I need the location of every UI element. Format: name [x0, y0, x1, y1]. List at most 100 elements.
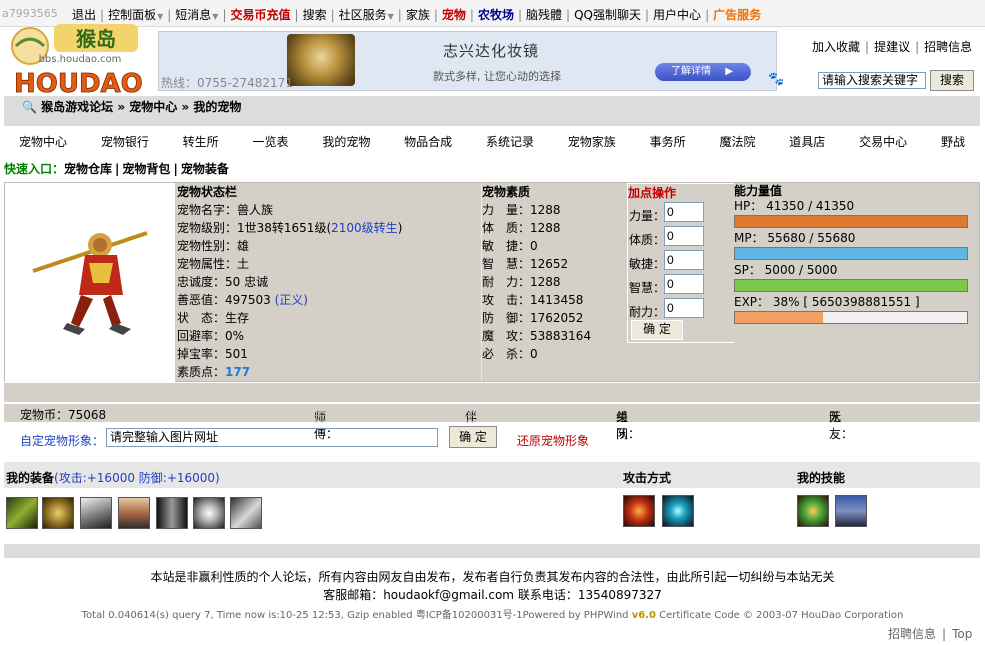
- top-nav-item[interactable]: 广告服务: [713, 6, 761, 23]
- pet-karma-text: 善恶值：497503: [177, 293, 275, 307]
- breadcrumb-text[interactable]: 猴岛游戏论坛 » 宠物中心 » 我的宠物: [41, 100, 241, 114]
- footer-top-link[interactable]: Top: [952, 627, 972, 641]
- mp-bar-fill: [735, 248, 967, 259]
- suggest-link[interactable]: 提建议: [874, 40, 910, 54]
- ability-title: 能力量值: [734, 184, 783, 198]
- attribute-row: 魔 攻：53883164: [482, 329, 592, 343]
- logo-url-text: bbs.houdao.com: [39, 54, 122, 65]
- equip-ring-icon[interactable]: [193, 497, 225, 529]
- image-url-input[interactable]: 请完整输入图片网址: [106, 428, 438, 447]
- pet-karma: 善恶值：497503 (正义): [177, 291, 479, 309]
- top-nav-item[interactable]: QQ强制聊天: [574, 6, 641, 23]
- pet-drop: 掉宝率：501: [177, 347, 248, 361]
- footer-copyright: Certificate Code © 2003-07 HouDao Corpor…: [655, 610, 904, 621]
- add-points-input[interactable]: [664, 250, 704, 270]
- banner-subtitle: 款式多样, 让您心动的选择: [433, 70, 561, 83]
- top-nav-item[interactable]: 家族: [406, 6, 430, 23]
- top-nav-item[interactable]: 社区服务▼: [339, 6, 394, 23]
- menu-item[interactable]: 道具店: [774, 133, 840, 150]
- top-nav-item[interactable]: 脑残體: [526, 6, 562, 23]
- equip-necklace-icon[interactable]: [42, 497, 74, 529]
- pet-points-label: 素质点：: [177, 365, 226, 379]
- add-points-input[interactable]: [664, 274, 704, 294]
- menu-item[interactable]: 物品合成: [389, 133, 467, 150]
- add-points-rows: 力量： 体质： 敏捷： 智慧： 耐力：: [628, 202, 734, 322]
- attribute-row: 敏 捷：0: [482, 239, 538, 253]
- quick-link-equipment[interactable]: 宠物装备: [181, 162, 229, 176]
- attribute-row: 攻 击：1413458: [482, 293, 584, 307]
- search-button[interactable]: 搜索: [930, 70, 974, 91]
- footer-stats: Total 0.040614(s) query 7, Time now is:1…: [81, 610, 632, 621]
- top-nav-item-label: 农牧场: [477, 8, 514, 22]
- top-links: 加入收藏 | 提建议 | 招聘信息: [812, 40, 973, 54]
- footer-version[interactable]: v6.0: [632, 610, 656, 621]
- attack-ice-icon[interactable]: [662, 495, 694, 527]
- top-nav-item[interactable]: 用户中心: [653, 6, 701, 23]
- skill-warrior-icon[interactable]: [835, 495, 867, 527]
- menu-item[interactable]: 转生所: [168, 133, 234, 150]
- nav-separator: |: [566, 8, 571, 22]
- rebirth-link[interactable]: 2100级转生: [331, 221, 398, 235]
- equip-weapon-icon[interactable]: [6, 497, 38, 529]
- menu-item[interactable]: 魔法院: [704, 133, 770, 150]
- ad-banner[interactable]: 志兴达化妆镜 款式多样, 让您心动的选择 热线：0755-27482171 了解…: [158, 31, 777, 91]
- nav-separator: |: [294, 8, 299, 22]
- add-points-label: 敏捷：: [629, 257, 666, 271]
- menu-item[interactable]: 宠物银行: [86, 133, 164, 150]
- pet-element: 宠物属性：土: [177, 257, 250, 271]
- top-nav-item[interactable]: 农牧场: [478, 6, 514, 23]
- add-points-input[interactable]: [664, 298, 704, 318]
- menu-item[interactable]: 野战: [926, 133, 980, 150]
- equip-armor-icon[interactable]: [118, 497, 150, 529]
- image-url-confirm-button[interactable]: 确 定: [449, 426, 497, 448]
- pet-level: 宠物级别：1世38转1651级(2100级转生): [177, 219, 479, 237]
- hp-bar-fill: [735, 216, 967, 227]
- top-nav-item[interactable]: 宠物: [442, 6, 466, 23]
- user-name[interactable]: a7993565: [2, 7, 58, 20]
- top-nav-item[interactable]: 退出: [72, 6, 96, 23]
- exp-bar-fill: [735, 312, 824, 323]
- menu-item[interactable]: 宠物家族: [553, 133, 631, 150]
- footer-jobs-link[interactable]: 招聘信息: [888, 627, 936, 641]
- menu-item[interactable]: 我的宠物: [307, 133, 385, 150]
- quick-link-backpack[interactable]: 宠物背包: [122, 162, 170, 176]
- add-points-input[interactable]: [664, 202, 704, 222]
- top-nav-item[interactable]: 交易币充值: [231, 6, 291, 23]
- pet-state: 状 态：生存: [177, 311, 250, 325]
- equip-boots-icon[interactable]: [156, 497, 188, 529]
- quick-link-warehouse[interactable]: 宠物仓库: [64, 162, 112, 176]
- pet-image: [5, 183, 175, 402]
- mp-label: MP： 55680 / 55680: [734, 231, 856, 245]
- attack-fire-icon[interactable]: [623, 495, 655, 527]
- skill-beast-icon[interactable]: [797, 495, 829, 527]
- banner-learn-more-button[interactable]: 了解详情: [655, 63, 751, 81]
- add-points-confirm-button[interactable]: 确 定: [631, 320, 683, 340]
- jobs-link[interactable]: 招聘信息: [924, 40, 972, 54]
- bookmark-link[interactable]: 加入收藏: [812, 40, 860, 54]
- equipment-stats: (攻击:+16000 防御:+16000): [54, 471, 220, 485]
- top-nav-item[interactable]: 短消息▼: [175, 6, 218, 23]
- menu-item[interactable]: 宠物中心: [4, 133, 82, 150]
- menu-item[interactable]: 一览表: [237, 133, 303, 150]
- add-points-row: 智慧：: [628, 274, 734, 298]
- sp-bar-fill: [735, 280, 967, 291]
- top-nav-item[interactable]: 搜索: [303, 6, 327, 23]
- menu-item[interactable]: 系统记录: [471, 133, 549, 150]
- site-logo[interactable]: 猴岛 bbs.houdao.com HOUDAO: [4, 24, 154, 99]
- menu-item[interactable]: 交易中心: [844, 133, 922, 150]
- add-points-input[interactable]: [664, 226, 704, 246]
- add-points-label: 力量：: [629, 209, 666, 223]
- attribute-row: 耐 力：1288: [482, 275, 561, 289]
- top-nav-item[interactable]: 控制面板▼: [108, 6, 163, 23]
- menu-item[interactable]: 事务所: [635, 133, 701, 150]
- houdao-logo-icon: 猴岛 bbs.houdao.com HOUDAO: [11, 24, 143, 99]
- equip-helmet-icon[interactable]: [80, 497, 112, 529]
- attributes-column: 宠物素质 力 量：1288 体 质：1288 敏 捷：0 智 慧：12652 耐 力：1…: [481, 183, 627, 381]
- restore-image-link[interactable]: 还原宠物形象: [517, 432, 589, 449]
- karma-link[interactable]: (正义): [275, 293, 308, 307]
- banner-title: 志兴达化妆镜: [443, 42, 540, 60]
- add-points-label: 智慧：: [629, 281, 666, 295]
- breadcrumb[interactable]: 🔍 猴岛游戏论坛 » 宠物中心 » 我的宠物: [22, 98, 241, 115]
- equip-gloves-icon[interactable]: [230, 497, 262, 529]
- search-input[interactable]: 请输入搜索关键字: [818, 72, 926, 89]
